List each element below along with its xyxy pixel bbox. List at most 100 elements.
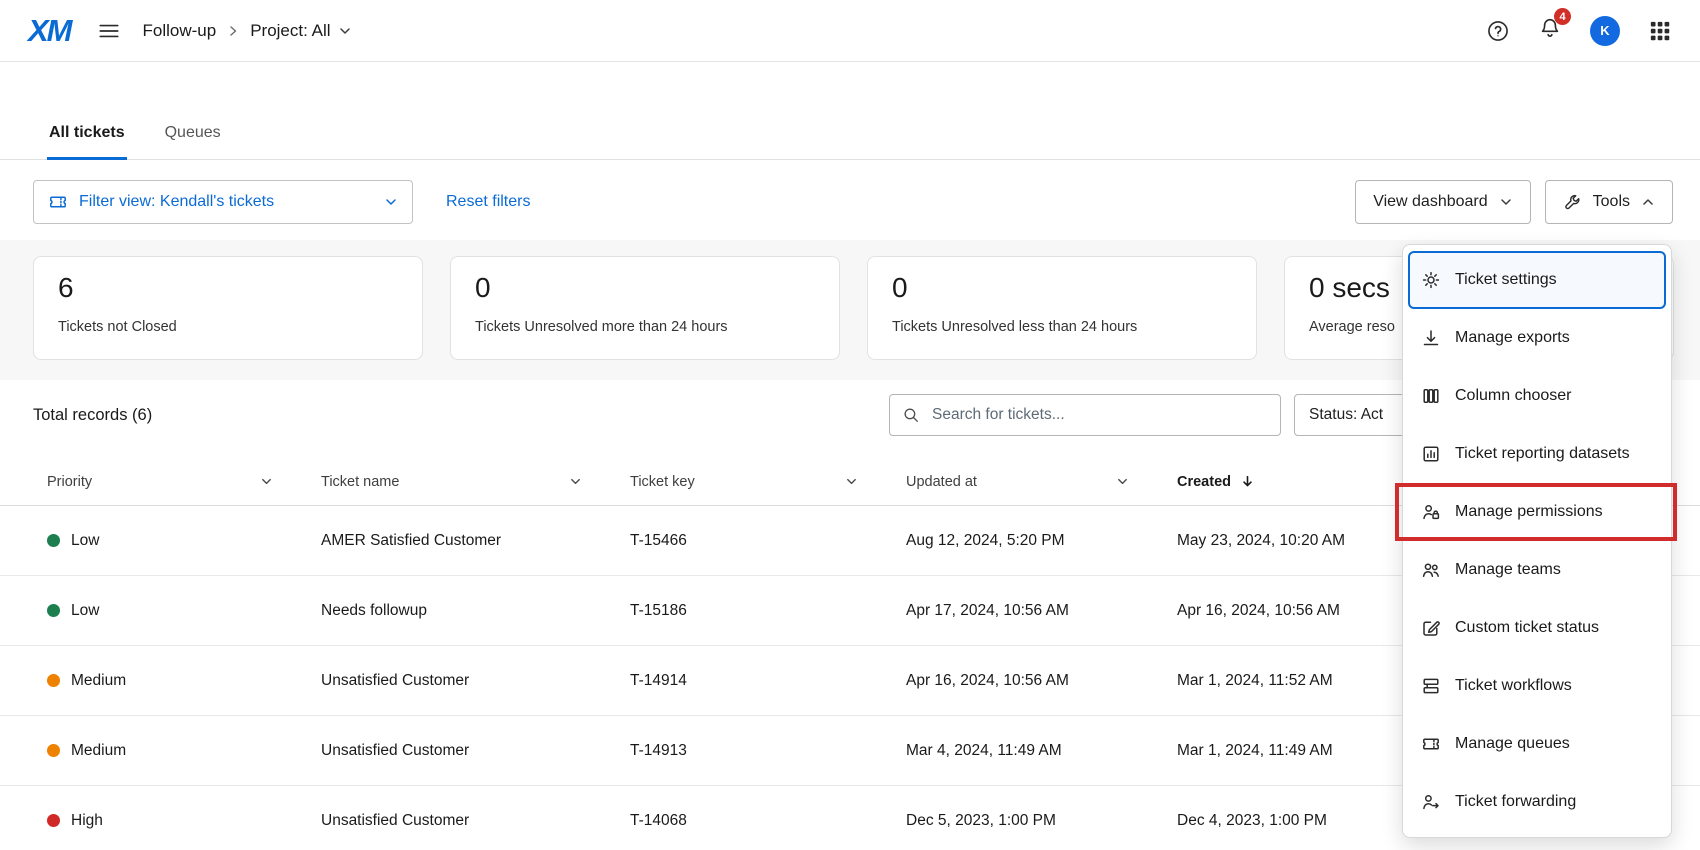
workflow-icon [1421,676,1441,696]
tools-button[interactable]: Tools [1545,180,1673,224]
chevron-down-icon[interactable] [1116,475,1129,488]
tab-all-tickets[interactable]: All tickets [47,124,127,160]
priority-label: Medium [71,742,126,760]
tools-menu-item[interactable]: Manage queues [1403,715,1671,773]
breadcrumb: Follow-up Project: All [143,21,352,41]
tools-menu-item[interactable]: Custom ticket status [1403,599,1671,657]
tools-menu: Ticket settings Manage exports Column ch… [1402,244,1672,838]
menu-item-label: Manage teams [1455,561,1561,579]
chevron-down-icon[interactable] [260,475,273,488]
chart-icon [1421,444,1441,464]
priority-cell: Medium [47,672,321,690]
stat-value: 0 [892,272,1232,304]
breadcrumb-project[interactable]: Project: All [250,21,351,41]
priority-label: High [71,812,103,830]
people-icon [1421,560,1441,580]
priority-cell: Low [47,602,321,620]
tools-menu-item[interactable]: Ticket forwarding [1403,773,1671,831]
person-arrow-icon [1421,792,1441,812]
ticket-name-cell: Unsatisfied Customer [321,742,630,760]
priority-cell: Medium [47,742,321,760]
apps-grid-icon[interactable] [1648,19,1672,43]
column-header-ticket-name[interactable]: Ticket name [321,474,630,490]
menu-item-label: Ticket workflows [1455,677,1572,695]
menu-item-label: Ticket settings [1455,271,1557,289]
priority-dot [47,674,60,687]
priority-cell: High [47,812,321,830]
ticket-key-cell: T-14913 [630,742,906,760]
column-header-updated-at[interactable]: Updated at [906,474,1177,490]
chevron-down-icon [384,195,398,209]
xm-logo: XM [28,13,71,49]
priority-dot [47,534,60,547]
gear-icon [1421,270,1441,290]
menu-item-label: Ticket reporting datasets [1455,445,1630,463]
ticket-name-cell: Needs followup [321,602,630,620]
chevron-down-icon[interactable] [845,475,858,488]
tab-queues[interactable]: Queues [163,124,223,160]
tools-menu-item[interactable]: Manage teams [1403,541,1671,599]
ticket-key-cell: T-15186 [630,602,906,620]
chevron-down-icon [1499,195,1513,209]
ticket-tabs: All tickets Queues [0,62,1700,160]
ticket-search [889,394,1281,436]
person-lock-icon [1421,502,1441,522]
stat-label: Tickets Unresolved more than 24 hours [475,319,815,335]
ticket-key-cell: T-15466 [630,532,906,550]
tools-label: Tools [1593,193,1630,211]
view-dashboard-button[interactable]: View dashboard [1355,180,1530,224]
breadcrumb-project-label: Project: All [250,21,330,41]
priority-label: Low [71,532,99,550]
download-icon [1421,328,1441,348]
tools-menu-item[interactable]: Column chooser [1403,367,1671,425]
ticket-key-cell: T-14914 [630,672,906,690]
column-header-ticket-key[interactable]: Ticket key [630,474,906,490]
filter-view-dropdown[interactable]: Filter view: Kendall's tickets [33,180,413,224]
ticket-name-cell: AMER Satisfied Customer [321,532,630,550]
stat-value: 0 [475,272,815,304]
total-records-label: Total records (6) [33,392,152,438]
menu-item-label: Manage exports [1455,329,1570,347]
filter-bar-actions: View dashboard Tools [1355,180,1673,224]
avatar[interactable]: K [1590,16,1620,46]
priority-dot [47,744,60,757]
chevron-up-icon [1641,195,1655,209]
updated-at-cell: Apr 16, 2024, 10:56 AM [906,672,1177,690]
breadcrumb-section[interactable]: Follow-up [143,21,217,41]
stat-label: Tickets not Closed [58,319,398,335]
search-icon [902,406,920,424]
column-header-priority[interactable]: Priority [47,474,321,490]
chevron-down-icon[interactable] [569,475,582,488]
ticket-icon [1421,734,1441,754]
reset-filters-link[interactable]: Reset filters [446,193,530,211]
stat-card: 0 Tickets Unresolved more than 24 hours [450,256,840,360]
tools-menu-item[interactable]: Manage permissions [1403,483,1671,541]
tools-menu-item[interactable]: Manage exports [1403,309,1671,367]
menu-item-label: Custom ticket status [1455,619,1599,637]
ticket-name-cell: Unsatisfied Customer [321,812,630,830]
help-icon[interactable] [1486,19,1510,43]
top-bar: XM Follow-up Project: All [0,0,1700,62]
top-bar-actions: 4 K [1486,16,1672,46]
edit-icon [1421,618,1441,638]
tools-menu-item[interactable]: Ticket reporting datasets [1403,425,1671,483]
chevron-right-icon [226,24,240,38]
priority-dot [47,604,60,617]
tools-menu-item[interactable]: Ticket workflows [1403,657,1671,715]
search-input[interactable] [930,405,1268,425]
hamburger-menu-icon[interactable] [97,19,121,43]
menu-item-label: Manage queues [1455,735,1570,753]
ticket-icon [48,192,68,212]
tools-menu-item[interactable]: Ticket settings [1408,251,1666,309]
notifications-button[interactable]: 4 [1538,16,1562,45]
menu-item-label: Column chooser [1455,387,1572,405]
updated-at-cell: Mar 4, 2024, 11:49 AM [906,742,1177,760]
updated-at-cell: Apr 17, 2024, 10:56 AM [906,602,1177,620]
view-dashboard-label: View dashboard [1373,193,1487,211]
stat-card: 0 Tickets Unresolved less than 24 hours [867,256,1257,360]
updated-at-cell: Aug 12, 2024, 5:20 PM [906,532,1177,550]
notification-badge: 4 [1554,8,1571,25]
ticket-key-cell: T-14068 [630,812,906,830]
chevron-down-icon [338,24,352,38]
wrench-icon [1563,193,1582,212]
